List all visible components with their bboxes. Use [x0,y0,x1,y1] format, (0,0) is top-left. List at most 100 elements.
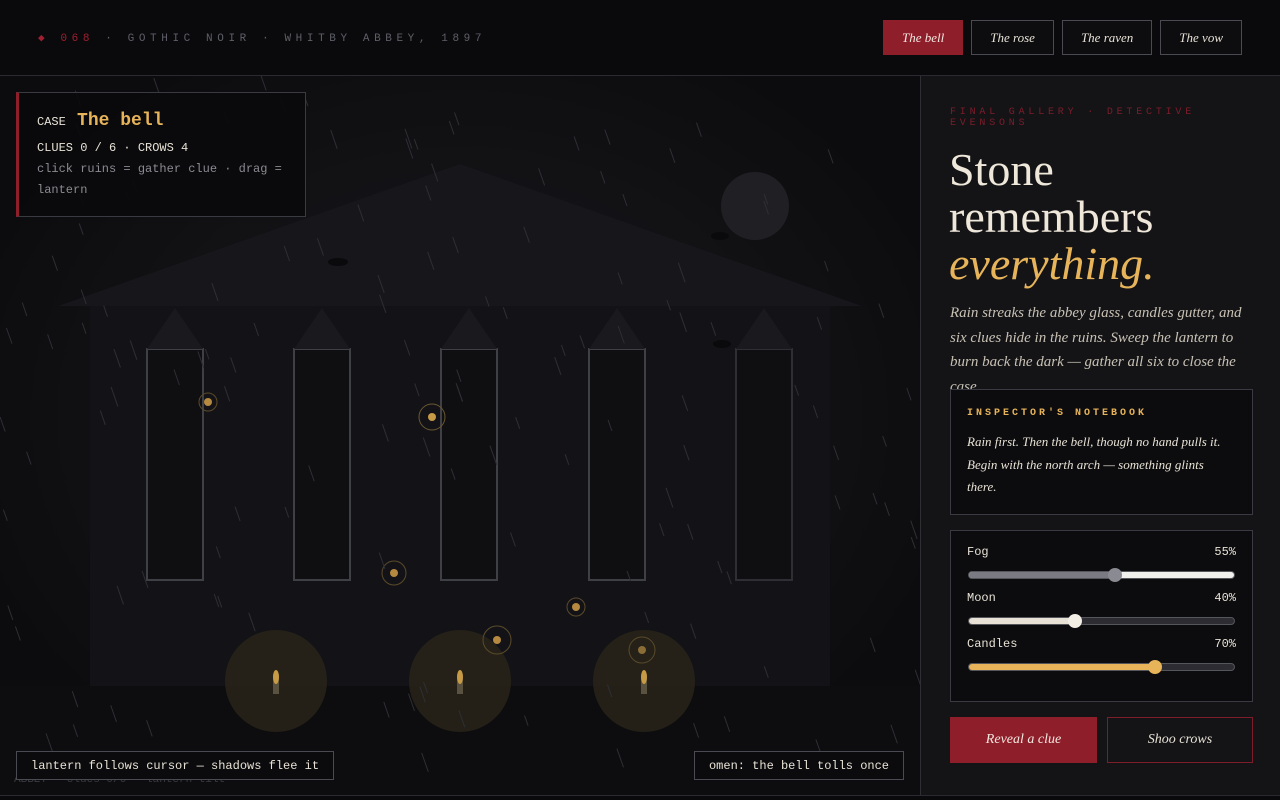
clue-dot [638,646,646,654]
bottom-rule [0,795,1280,800]
moon-slider-fill [969,618,1075,624]
inspector-notebook: INSPECTOR'S NOTEBOOK Rain first. Then th… [950,389,1253,515]
rain-streak [573,136,580,151]
tab-the-bell[interactable]: The bell [883,20,964,55]
case-counts: CLUES 0 / 6 · CROWS 4 [37,141,189,155]
moon-value: 40% [1214,591,1236,605]
rain-streak [330,129,338,149]
candle-flame [641,670,647,684]
crow[interactable] [711,232,729,240]
top-bar: ◆ 068 · GOTHIC NOIR · WHITBY ABBEY, 1897… [0,0,1280,76]
candles-slider-fill [969,664,1155,670]
moon [721,172,789,240]
rain-streak [824,260,829,272]
rain-streak [834,495,841,510]
moon-label: Moon [967,591,996,605]
rain-streak [910,537,916,549]
tab-the-rose[interactable]: The rose [971,20,1054,55]
rain-streak [600,171,606,184]
candles-label: Candles [967,637,1018,651]
sidebar-headline: Stone remembers everything. [949,146,1155,287]
rain-streak [827,149,834,164]
abbey-window [293,348,351,581]
abbey-scene[interactable]: CASE The bell CLUES 0 / 6 · CROWS 4 clic… [0,76,920,795]
candles-control: Candles 70% [967,637,1236,683]
header-subtitle: · GOTHIC NOIR · WHITBY ABBEY, 1897 [105,33,487,45]
rain-streak [51,255,58,271]
headline-line-1: Stone [949,144,1054,195]
rain-streak [833,445,840,461]
clue-dot [204,398,212,406]
rain-streak [878,303,885,318]
rain-streak [14,626,21,641]
omen-status: omen: the bell tolls once [693,751,904,780]
rain-streak [21,302,28,317]
rain-streak [2,509,8,521]
case-name: The bell [77,111,164,131]
rain-streak [7,605,14,621]
clue-dot [428,413,436,421]
rain-streak [26,451,32,465]
rain-streak [604,129,611,145]
diamond-icon: ◆ [38,33,50,45]
headline-line-2: remembers [949,191,1154,242]
candles [225,630,695,732]
sidebar-eyebrow: FINAL GALLERY · DETECTIVE EVENSONS [950,107,1196,129]
notebook-title: INSPECTOR'S NOTEBOOK [967,408,1148,419]
moon-slider[interactable] [968,614,1235,628]
rain-streak [696,122,702,137]
crow[interactable] [328,258,348,266]
issue-number: 068 [60,33,95,45]
rain-streak [78,223,84,235]
fog-label: Fog [967,545,989,559]
rain-streak [260,76,267,91]
notebook-text: Rain first. Then the bell, though no han… [967,434,1221,494]
candles-slider-thumb[interactable] [1147,660,1162,674]
rain-streak [622,193,628,207]
rain-streak [448,120,455,135]
abbey-window [440,348,498,581]
case-card: CASE The bell CLUES 0 / 6 · CROWS 4 clic… [16,92,306,217]
case-prefix: CASE [37,115,66,129]
rain-streak [454,112,460,126]
candles-slider[interactable] [968,660,1235,674]
clue-dot [390,569,398,577]
tab-the-vow[interactable]: The vow [1160,20,1242,55]
sidebar: FINAL GALLERY · DETECTIVE EVENSONS Stone… [920,76,1280,795]
clue-dot [572,603,580,611]
fog-value: 55% [1214,545,1236,559]
clue-dot [493,636,501,644]
rain-streak [5,327,13,344]
sidebar-intro: Rain streaks the abbey glass, candles gu… [950,305,1242,395]
rain-streak [669,148,676,163]
rain-streak [47,334,54,350]
moon-control: Moon 40% [967,591,1236,637]
reveal-clue-button[interactable]: Reveal a clue [950,717,1097,763]
rain-streak [884,502,890,516]
fog-slider[interactable] [968,568,1235,582]
abbey-window [588,348,646,581]
rain-streak [81,322,87,334]
rain-streak [0,416,6,432]
fog-slider-fill [969,572,1115,578]
atmosphere-controls: Fog 55% Moon 40% Candles 70% [950,530,1253,702]
candle-flame [273,670,279,684]
case-hint: click ruins = gather clue · drag = lante… [37,162,282,197]
rain-streak [872,492,878,505]
lantern-status: lantern follows cursor — shadows flee it [16,751,335,780]
crow[interactable] [713,340,731,348]
rain-streak [910,520,918,540]
abbey-window [735,348,793,581]
headline-accent: everything. [949,238,1155,289]
candle-flame [457,670,463,684]
fog-control: Fog 55% [967,545,1236,591]
case-title: CASE The bell [37,111,305,131]
shoo-crows-button[interactable]: Shoo crows [1107,717,1253,763]
moon-slider-thumb[interactable] [1068,614,1082,628]
rain-streak [906,387,912,401]
abbey-window [146,348,204,581]
fog-slider-thumb[interactable] [1107,568,1122,582]
rain-streak [413,138,419,150]
tab-the-raven[interactable]: The raven [1061,20,1153,55]
rain-streak [538,168,546,186]
